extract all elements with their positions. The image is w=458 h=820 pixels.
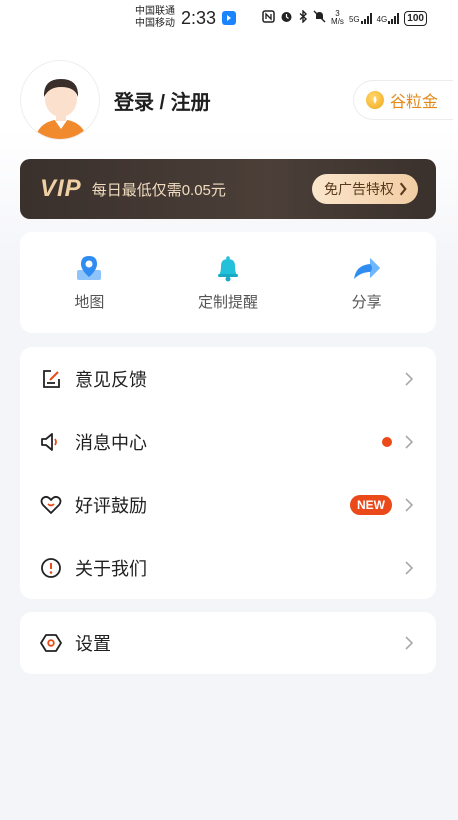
chevron-right-icon (405, 497, 414, 512)
status-icons: 3 M/s 5G 4G 100 (262, 9, 427, 26)
vip-tagline: 每日最低仅需0.05元 (91, 181, 226, 199)
edit-feedback-icon (40, 368, 62, 390)
app-notification-icon (222, 11, 237, 25)
info-alert-icon (40, 557, 62, 579)
signal-5g-label: 5G (348, 14, 360, 24)
login-register-link[interactable]: 登录 / 注册 (114, 86, 211, 115)
avatar[interactable] (20, 60, 100, 140)
settings-card: 设置 (20, 612, 436, 674)
chevron-right-icon (399, 182, 407, 196)
speaker-icon (40, 431, 62, 453)
status-bar: 中国联通 中国移动 2:33 3 M/s 5G 4G 100 (0, 0, 458, 36)
battery-indicator: 100 (404, 10, 427, 26)
signal-5g: 5G (348, 12, 372, 24)
status-time: 2:33 (181, 7, 217, 28)
bluetooth-icon (298, 9, 308, 26)
map-pin-icon (74, 253, 104, 283)
quick-actions-card: 地图 定制提醒 分享 (20, 232, 436, 333)
quick-action-label: 分享 (351, 294, 382, 311)
menu-item-rating[interactable]: 好评鼓励 NEW (20, 473, 436, 536)
settings-label: 设置 (75, 634, 111, 654)
vip-logo: VIP (40, 175, 82, 202)
chevron-right-icon (405, 434, 414, 449)
menu-item-feedback[interactable]: 意见反馈 (20, 347, 436, 410)
net-speed: 3 M/s (331, 10, 344, 26)
vip-banner[interactable]: VIP 每日最低仅需0.05元 免广告特权 (20, 159, 436, 219)
ad-free-label: 免广告特权 (324, 181, 394, 197)
alarm-icon (280, 10, 293, 26)
chevron-right-icon (405, 636, 414, 650)
signal-4g: 4G (376, 12, 400, 24)
menu-card: 意见反馈 消息中心 好评鼓励 NEW 关于我们 (20, 347, 436, 599)
quick-action-reminder[interactable]: 定制提醒 (159, 232, 298, 333)
chevron-right-icon (405, 560, 414, 575)
quick-action-share[interactable]: 分享 (297, 232, 436, 333)
quick-action-label: 地图 (74, 294, 105, 311)
carrier-info: 中国联通 中国移动 (135, 6, 175, 30)
hexagon-settings-icon (40, 632, 62, 654)
menu-item-settings[interactable]: 设置 (20, 612, 436, 674)
profile-section: 登录 / 注册 (20, 60, 211, 140)
carrier-2: 中国移动 (135, 18, 175, 29)
menu-item-label: 消息中心 (75, 432, 147, 453)
coin-label: 谷粒金 (390, 94, 439, 111)
share-arrow-icon (352, 253, 382, 283)
net-speed-unit: M/s (331, 17, 344, 26)
signal-bars-icon (360, 12, 372, 24)
mute-icon (313, 10, 326, 26)
unread-dot (382, 436, 392, 447)
default-avatar-icon (35, 79, 87, 139)
coin-icon (366, 91, 384, 109)
bell-icon (213, 253, 243, 283)
heart-icon (40, 494, 62, 516)
coin-button[interactable]: 谷粒金 (353, 80, 453, 120)
nfc-icon (262, 10, 275, 26)
quick-action-label: 定制提醒 (198, 294, 259, 311)
menu-item-about[interactable]: 关于我们 (20, 536, 436, 599)
signal-4g-label: 4G (376, 14, 388, 24)
signal-bars-icon (388, 12, 400, 24)
menu-item-messages[interactable]: 消息中心 (20, 410, 436, 473)
menu-item-label: 意见反馈 (75, 369, 147, 390)
quick-action-map[interactable]: 地图 (20, 232, 159, 333)
ad-free-button[interactable]: 免广告特权 (312, 174, 418, 204)
carrier-1: 中国联通 (135, 6, 175, 17)
new-badge: NEW (350, 494, 392, 515)
chevron-right-icon (405, 371, 414, 386)
menu-item-label: 关于我们 (75, 558, 147, 579)
menu-item-label: 好评鼓励 (75, 495, 147, 516)
